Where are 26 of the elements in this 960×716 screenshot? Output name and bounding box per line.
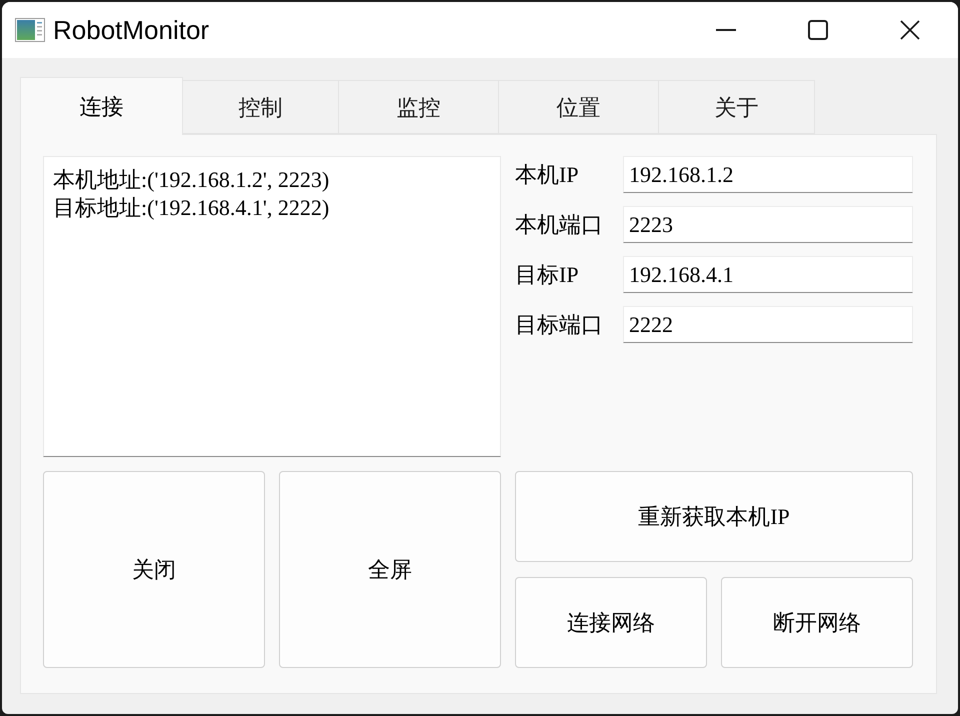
app-icon bbox=[15, 18, 45, 42]
text-input[interactable]: 2222 bbox=[623, 306, 913, 343]
field-label: 目标IP bbox=[515, 261, 579, 289]
text-input[interactable]: 192.168.4.1 bbox=[623, 256, 913, 293]
field-label: 本机端口 bbox=[515, 211, 603, 239]
tab[interactable]: 连接 bbox=[20, 77, 183, 135]
disconnect-button[interactable]: 断开网络 bbox=[721, 577, 913, 668]
field-label: 目标端口 bbox=[515, 311, 603, 339]
field-label: 本机IP bbox=[515, 161, 579, 189]
log-text-area[interactable]: 本机地址:('192.168.1.2', 2223) 目标地址:('192.168.4.1', 2222) bbox=[43, 156, 501, 457]
window-title: RobotMonitor bbox=[53, 17, 210, 43]
log-line: 本机地址:('192.168.1.2', 2223) bbox=[53, 166, 330, 194]
log-line: 目标地址:('192.168.4.1', 2222) bbox=[53, 194, 330, 222]
text-input[interactable]: 192.168.1.2 bbox=[623, 156, 913, 193]
fullscreen-button[interactable]: 全屏 bbox=[279, 471, 501, 668]
tab[interactable]: 位置 bbox=[499, 80, 659, 134]
minimize-icon bbox=[716, 29, 736, 31]
tab[interactable]: 关于 bbox=[659, 80, 815, 134]
text-input[interactable]: 2223 bbox=[623, 206, 913, 243]
maximize-icon bbox=[808, 20, 828, 40]
tab[interactable]: 监控 bbox=[339, 80, 499, 134]
close-icon bbox=[900, 20, 920, 40]
refresh-ip-button[interactable]: 重新获取本机IP bbox=[515, 471, 913, 562]
connect-button[interactable]: 连接网络 bbox=[515, 577, 707, 668]
close-button[interactable]: 关闭 bbox=[43, 471, 265, 668]
tab[interactable]: 控制 bbox=[183, 80, 339, 134]
